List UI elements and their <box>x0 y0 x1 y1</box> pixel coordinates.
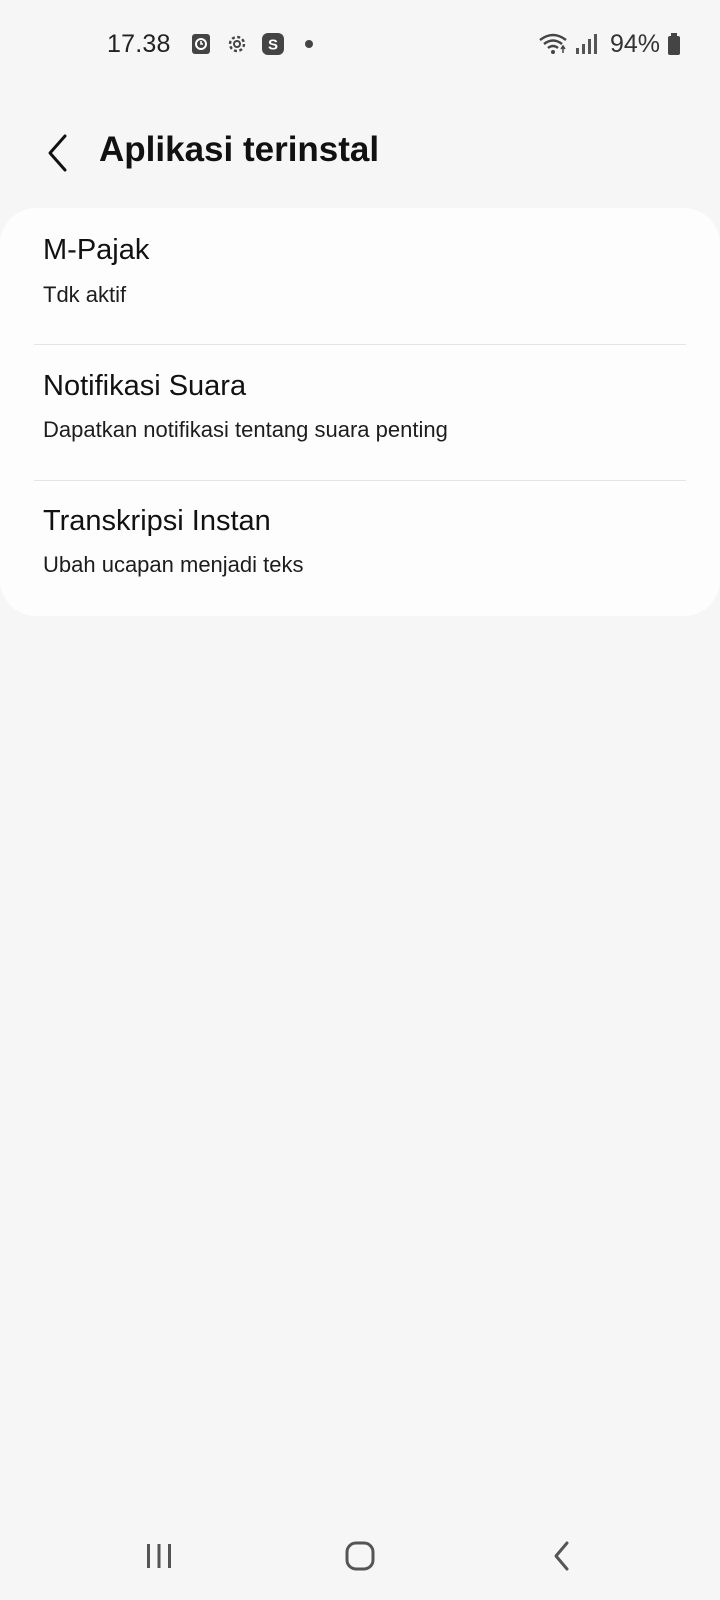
status-right: 94% <box>538 28 682 60</box>
list-item-m-pajak[interactable]: M-Pajak Tdk aktif <box>0 208 720 344</box>
battery-percentage: 94% <box>609 29 660 58</box>
item-title: Notifikasi Suara <box>43 370 247 402</box>
installed-apps-card: M-Pajak Tdk aktif Notifikasi Suara Dapat… <box>0 208 720 616</box>
item-title: M-Pajak <box>43 234 150 266</box>
settings-gear-icon <box>225 32 249 56</box>
list-item-transkripsi-instan[interactable]: Transkripsi Instan Ubah ucapan menjadi t… <box>0 481 720 617</box>
item-subtitle: Tdk aktif <box>43 282 127 307</box>
status-left: 17.38 S <box>107 28 321 60</box>
page-title: Aplikasi terinstal <box>99 130 380 169</box>
header: Aplikasi terinstal <box>0 118 720 188</box>
svg-text:S: S <box>268 37 278 54</box>
back-icon <box>554 1541 569 1571</box>
item-subtitle: Dapatkan notifikasi tentang suara pentin… <box>43 417 448 442</box>
signal-icon <box>574 32 598 56</box>
home-button[interactable] <box>320 1526 400 1586</box>
recent-apps-icon <box>147 1544 171 1568</box>
wifi-icon <box>538 32 568 56</box>
home-icon <box>345 1541 375 1571</box>
item-subtitle: Ubah ucapan menjadi teks <box>43 552 304 577</box>
battery-icon <box>666 32 682 56</box>
item-title: Transkripsi Instan <box>43 505 271 537</box>
status-time: 17.38 <box>107 29 171 58</box>
status-bar: 17.38 S 94% <box>0 0 720 88</box>
recent-apps-button[interactable] <box>119 1526 199 1586</box>
back-button[interactable] <box>34 128 82 178</box>
nav-back-button[interactable] <box>522 1526 602 1586</box>
navigation-bar <box>0 1520 720 1600</box>
s-app-icon: S <box>261 32 285 56</box>
dot-icon <box>297 32 321 56</box>
clock-app-icon <box>189 32 213 56</box>
chevron-left-icon <box>48 134 67 172</box>
list-item-notifikasi-suara[interactable]: Notifikasi Suara Dapatkan notifikasi ten… <box>0 345 720 481</box>
